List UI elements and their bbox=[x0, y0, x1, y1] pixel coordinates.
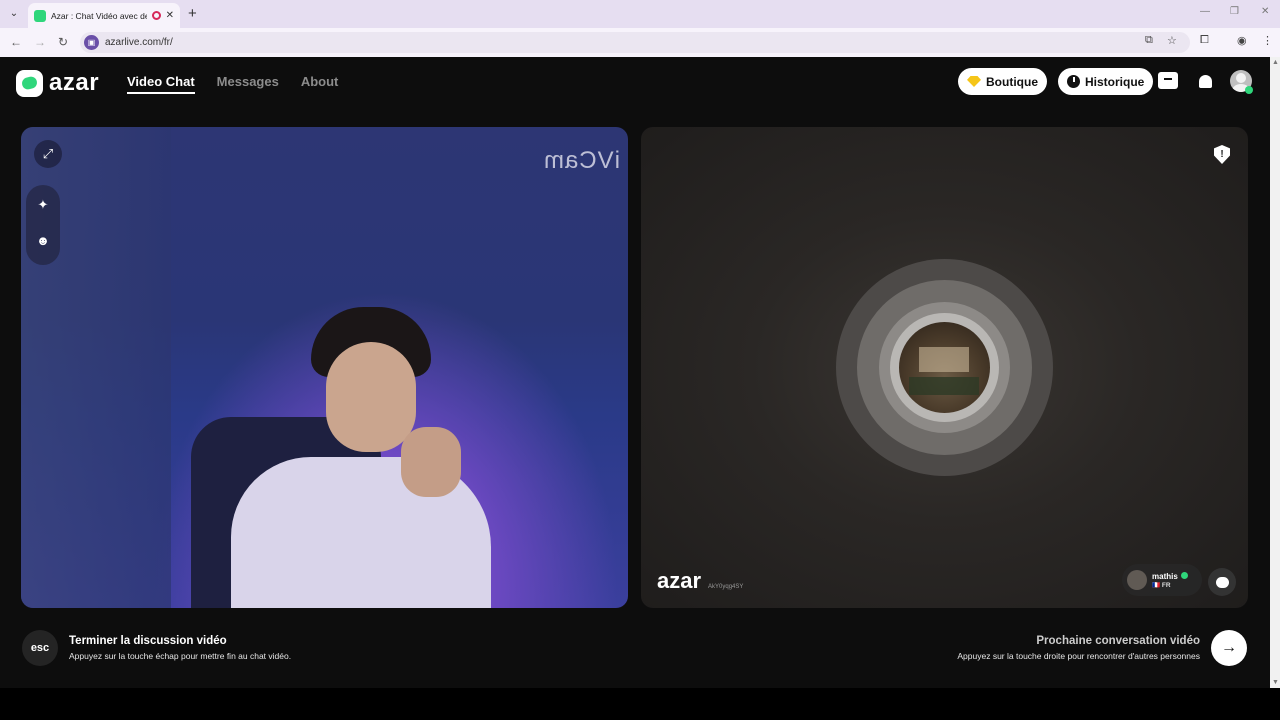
ivcam-watermark: iVCam bbox=[542, 147, 620, 174]
next-chat-hint: Prochaine conversation vidéo Appuyez sur… bbox=[957, 635, 1200, 661]
boutique-button[interactable]: Boutique bbox=[958, 68, 1047, 95]
expand-icon[interactable]: ⤢ bbox=[34, 140, 62, 168]
azar-logo-icon bbox=[16, 69, 43, 97]
remote-video-panel: ! azar AkY0yqg4SY mathis 🇫🇷 FR bbox=[641, 127, 1248, 608]
install-app-icon[interactable]: ⧉ bbox=[1145, 34, 1153, 47]
browser-tab[interactable]: Azar : Chat Vidéo avec de n ✕ bbox=[28, 3, 180, 28]
end-chat-subtitle: Appuyez sur la touche échap pour mettre … bbox=[69, 651, 292, 661]
forward-icon[interactable]: → bbox=[34, 35, 46, 49]
peer-country: 🇫🇷 FR bbox=[1152, 581, 1171, 589]
bookmark-star-icon[interactable]: ☆ bbox=[1167, 34, 1177, 47]
reload-icon[interactable]: ↻ bbox=[58, 35, 68, 49]
next-chat-title: Prochaine conversation vidéo bbox=[1036, 635, 1200, 647]
historique-button[interactable]: Historique bbox=[1058, 68, 1154, 95]
local-user-video bbox=[191, 307, 491, 608]
peer-name: mathis bbox=[1152, 572, 1188, 581]
tab-close-icon[interactable]: ✕ bbox=[166, 10, 174, 21]
end-chat-hint: Terminer la discussion vidéo Appuyez sur… bbox=[69, 635, 291, 661]
report-shield-icon[interactable]: ! bbox=[1214, 145, 1230, 164]
url-text: azarlive.com/fr/ bbox=[105, 37, 173, 48]
watermark-brand: azar bbox=[657, 568, 702, 593]
searching-animation bbox=[836, 259, 1053, 476]
address-bar[interactable]: ▣ azarlive.com/fr/ bbox=[80, 32, 1190, 53]
page-scrollbar[interactable]: ▲ ▼ bbox=[1270, 57, 1280, 688]
peer-avatar bbox=[1127, 570, 1147, 590]
browser-toolbar: ← → ↻ ▣ azarlive.com/fr/ bbox=[0, 28, 1280, 57]
clock-icon bbox=[1067, 75, 1080, 88]
end-chat-title: Terminer la discussion vidéo bbox=[69, 635, 227, 647]
browser-menu-icon[interactable]: ⋮ bbox=[1262, 34, 1273, 47]
browser-titlebar: ⌄ Azar : Chat Vidéo avec de n ✕ + — ❐ ✕ bbox=[0, 0, 1280, 28]
tab-search-icon[interactable]: ⌄ bbox=[6, 6, 22, 22]
sticker-face-icon[interactable]: ☻ bbox=[29, 226, 57, 254]
watermark-id: AkY0yqg4SY bbox=[708, 584, 744, 590]
scroll-down-icon[interactable]: ▼ bbox=[1272, 679, 1279, 686]
logo-text: azar bbox=[49, 69, 100, 96]
profile-icon[interactable]: ◉ bbox=[1237, 34, 1247, 47]
site-info-icon[interactable]: ▣ bbox=[84, 35, 99, 50]
extensions-icon[interactable]: ⧠ bbox=[1200, 34, 1209, 47]
chat-bubble-icon[interactable] bbox=[1208, 568, 1236, 596]
minimize-icon[interactable]: — bbox=[1200, 6, 1210, 17]
new-tab-button[interactable]: + bbox=[188, 5, 197, 22]
match-preview-image bbox=[899, 322, 990, 413]
next-conversation-button[interactable]: → bbox=[1211, 630, 1247, 666]
local-video-panel: iVCam ⤢ ✦ ☻ bbox=[21, 127, 628, 608]
nav-video-chat[interactable]: Video Chat bbox=[127, 74, 195, 94]
bottom-strip bbox=[0, 688, 1280, 720]
boutique-label: Boutique bbox=[986, 74, 1038, 89]
azar-app: azar Video Chat Messages About Boutique … bbox=[0, 57, 1270, 688]
restore-icon[interactable]: ❐ bbox=[1230, 6, 1239, 17]
tab-title: Azar : Chat Vidéo avec de n bbox=[51, 10, 147, 21]
azar-logo[interactable]: azar bbox=[16, 69, 99, 97]
scroll-up-icon[interactable]: ▲ bbox=[1272, 59, 1279, 66]
main-nav: Video Chat Messages About bbox=[127, 74, 338, 94]
nav-messages[interactable]: Messages bbox=[217, 74, 279, 94]
historique-label: Historique bbox=[1085, 74, 1145, 89]
gem-icon bbox=[967, 76, 981, 87]
online-status-badge bbox=[1245, 86, 1253, 94]
esc-button[interactable]: esc bbox=[22, 630, 58, 666]
recording-icon bbox=[151, 11, 161, 20]
back-icon[interactable]: ← bbox=[10, 35, 22, 49]
magic-wand-icon[interactable]: ✦ bbox=[29, 191, 57, 219]
peer-profile-chip[interactable]: mathis 🇫🇷 FR bbox=[1122, 564, 1202, 596]
notification-bell-icon[interactable] bbox=[1195, 71, 1215, 91]
window-close-icon[interactable]: ✕ bbox=[1261, 6, 1269, 17]
store-icon[interactable] bbox=[1158, 72, 1178, 89]
azar-watermark: azar AkY0yqg4SY bbox=[657, 568, 743, 594]
next-chat-subtitle: Appuyez sur la touche droite pour rencon… bbox=[957, 651, 1200, 661]
azar-favicon-icon bbox=[34, 9, 46, 22]
nav-about[interactable]: About bbox=[301, 74, 339, 94]
